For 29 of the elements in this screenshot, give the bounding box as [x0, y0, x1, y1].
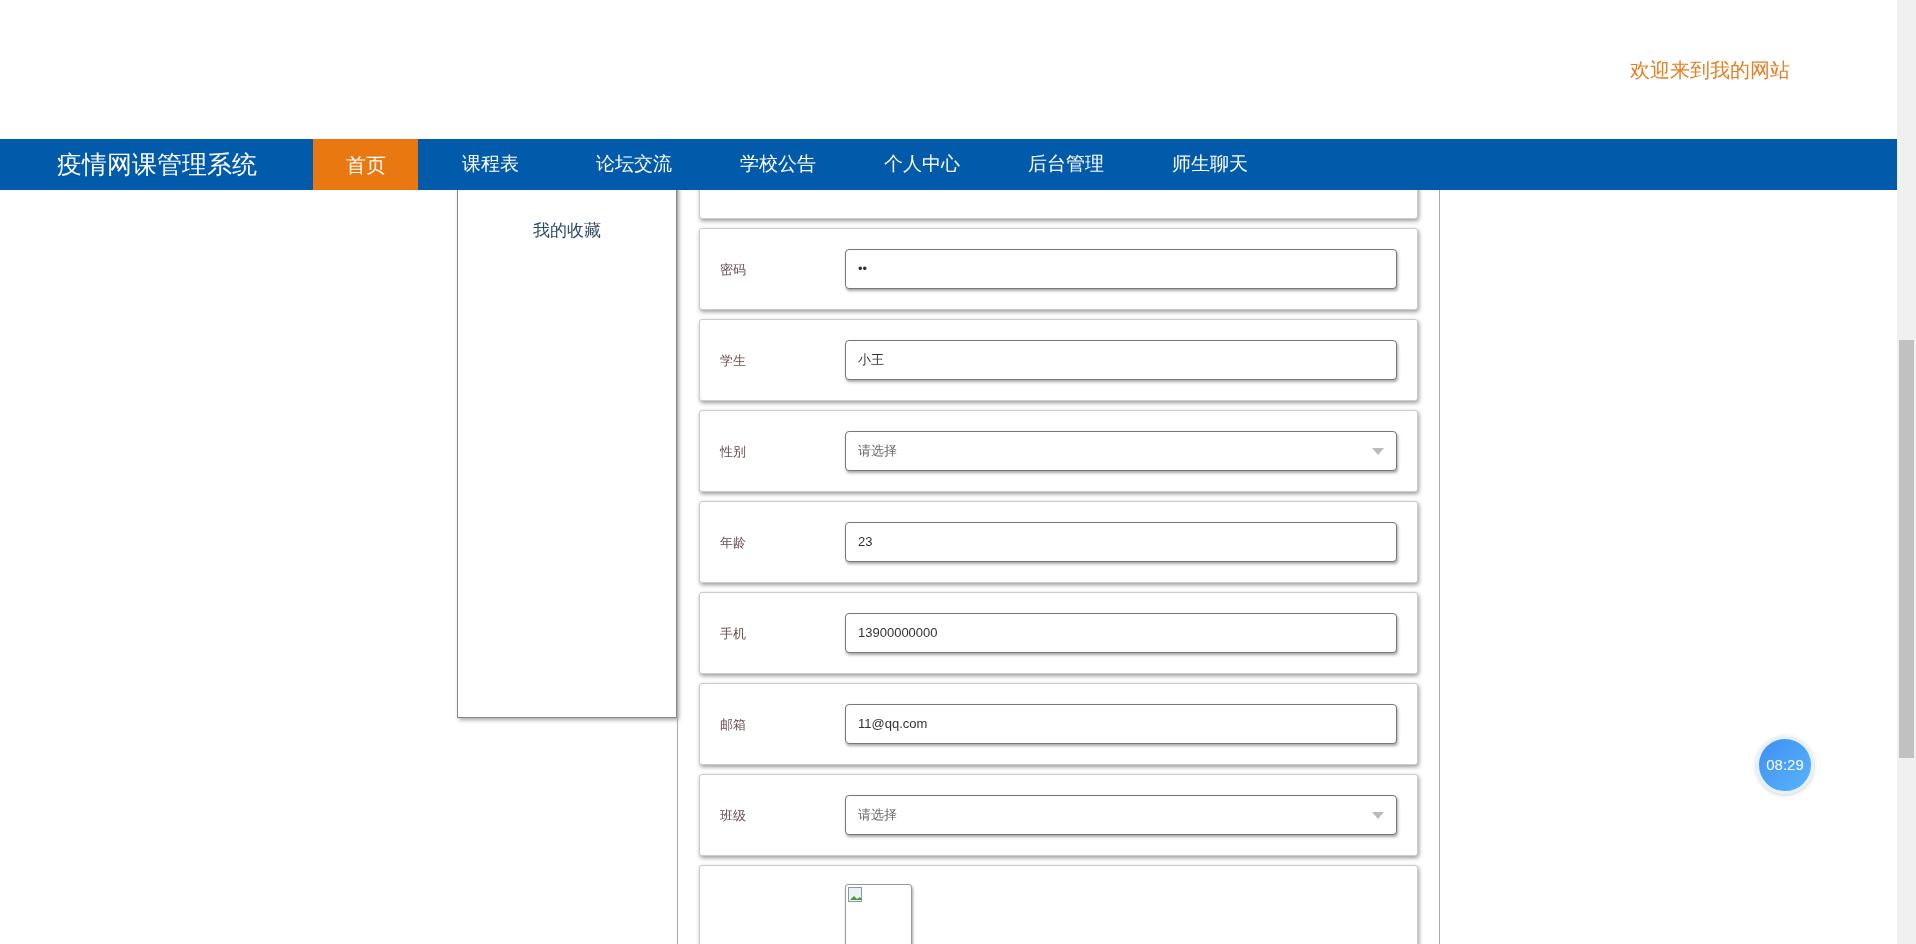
input-field[interactable]: 23: [845, 522, 1397, 562]
caret-icon: [1372, 811, 1384, 819]
nav-tab[interactable]: 个人中心: [850, 139, 994, 190]
image-placeholder[interactable]: [845, 884, 912, 944]
select-field[interactable]: 请选择: [845, 431, 1397, 471]
input-field[interactable]: 小王: [845, 340, 1397, 380]
input-field[interactable]: 13900000000: [845, 613, 1397, 653]
welcome-text: 欢迎来到我的网站: [1630, 57, 1790, 83]
caret-icon: [1372, 447, 1384, 455]
nav-tab[interactable]: 师生聊天: [1138, 139, 1282, 190]
nav-tab[interactable]: 后台管理: [994, 139, 1138, 190]
scrollbar-thumb[interactable]: [1899, 340, 1914, 758]
nav-tab[interactable]: 论坛交流: [562, 139, 706, 190]
field-label: 密码: [720, 262, 746, 277]
broken-image-icon: [848, 887, 864, 903]
sidebar-link[interactable]: 我的收藏: [533, 218, 601, 244]
field-label: 手机: [720, 626, 746, 641]
scrollbar[interactable]: [1897, 0, 1916, 944]
field-label: 学生: [720, 353, 746, 368]
input-field[interactable]: ••: [845, 249, 1397, 289]
select-field[interactable]: 请选择: [845, 795, 1397, 835]
site-title: 疫情网课管理系统: [55, 148, 258, 180]
field-label: 班级: [720, 808, 746, 823]
nav-tab[interactable]: 课程表: [418, 139, 562, 190]
field-label: 性别: [720, 444, 746, 459]
nav-tab[interactable]: 学校公告: [706, 139, 850, 190]
field-label: 邮箱: [720, 717, 746, 732]
input-field[interactable]: 11@qq.com: [845, 704, 1397, 744]
field-label: 年龄: [720, 535, 746, 550]
